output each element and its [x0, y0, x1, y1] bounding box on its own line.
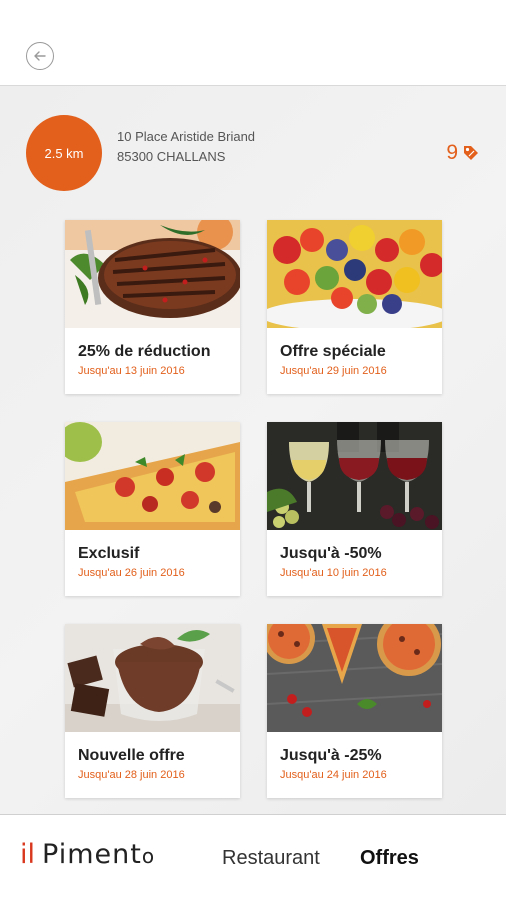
distance-value: 2.5 km: [44, 145, 84, 161]
logo-main: Pimento: [42, 839, 155, 870]
offer-image-chocolate-mousse: [65, 624, 240, 732]
offer-image-steak: [65, 220, 240, 328]
offer-card[interactable]: Offre spéciale Jusqu'au 29 juin 2016: [267, 220, 442, 394]
logo-main-text: Piment: [42, 839, 142, 870]
offer-title: 25% de réduction: [78, 343, 211, 360]
nav-restaurant[interactable]: Restaurant: [222, 847, 320, 870]
offer-image-pizzas: [267, 624, 442, 732]
offer-title: Jusqu'à -25%: [280, 747, 382, 764]
offer-title: Jusqu'à -50%: [280, 545, 382, 562]
offer-date: Jusqu'au 28 juin 2016: [78, 769, 185, 781]
store-address: 10 Place Aristide Briand 85300 CHALLANS: [117, 127, 255, 167]
offer-card[interactable]: Jusqu'à -25% Jusqu'au 24 juin 2016: [267, 624, 442, 798]
offer-date: Jusqu'au 26 juin 2016: [78, 567, 185, 579]
offer-count-value: 9: [446, 141, 458, 164]
offer-image-fruit-salad: [267, 220, 442, 328]
offer-card[interactable]: Jusqu'à -50% Jusqu'au 10 juin 2016: [267, 422, 442, 596]
offer-title: Exclusif: [78, 545, 140, 562]
address-line-2: 85300 CHALLANS: [117, 149, 226, 164]
logo-prefix: il: [20, 839, 36, 870]
address-line-1: 10 Place Aristide Briand: [117, 129, 256, 144]
offer-image-wine-glasses: [267, 422, 442, 530]
offer-card[interactable]: Nouvelle offre Jusqu'au 28 juin 2016: [65, 624, 240, 798]
offer-date: Jusqu'au 10 juin 2016: [280, 567, 387, 579]
app-root: 2.5 km 10 Place Aristide Briand 85300 CH…: [0, 0, 506, 900]
offer-card[interactable]: 25% de réduction Jusqu'au 13 juin 2016: [65, 220, 240, 394]
logo-suffix: o: [141, 844, 156, 868]
offer-date: Jusqu'au 29 juin 2016: [280, 365, 387, 377]
back-button[interactable]: [26, 42, 54, 70]
nav-offres[interactable]: Offres: [360, 847, 419, 870]
offer-title: Nouvelle offre: [78, 747, 185, 764]
app-logo: il Pimento: [20, 839, 155, 879]
offer-title: Offre spéciale: [280, 343, 386, 360]
offer-date: Jusqu'au 24 juin 2016: [280, 769, 387, 781]
top-bar: [0, 0, 506, 86]
distance-badge: 2.5 km: [26, 115, 102, 191]
tag-icon: [464, 146, 478, 160]
offer-card[interactable]: Exclusif Jusqu'au 26 juin 2016: [65, 422, 240, 596]
bottom-nav: il Pimento Restaurant Offres: [0, 814, 506, 900]
offer-image-pizza-slice: [65, 422, 240, 530]
arrow-left-icon: [34, 51, 46, 61]
offer-count[interactable]: 9: [446, 141, 480, 165]
offer-date: Jusqu'au 13 juin 2016: [78, 365, 185, 377]
main-content: 2.5 km 10 Place Aristide Briand 85300 CH…: [0, 86, 506, 814]
store-info: 2.5 km 10 Place Aristide Briand 85300 CH…: [0, 86, 506, 216]
